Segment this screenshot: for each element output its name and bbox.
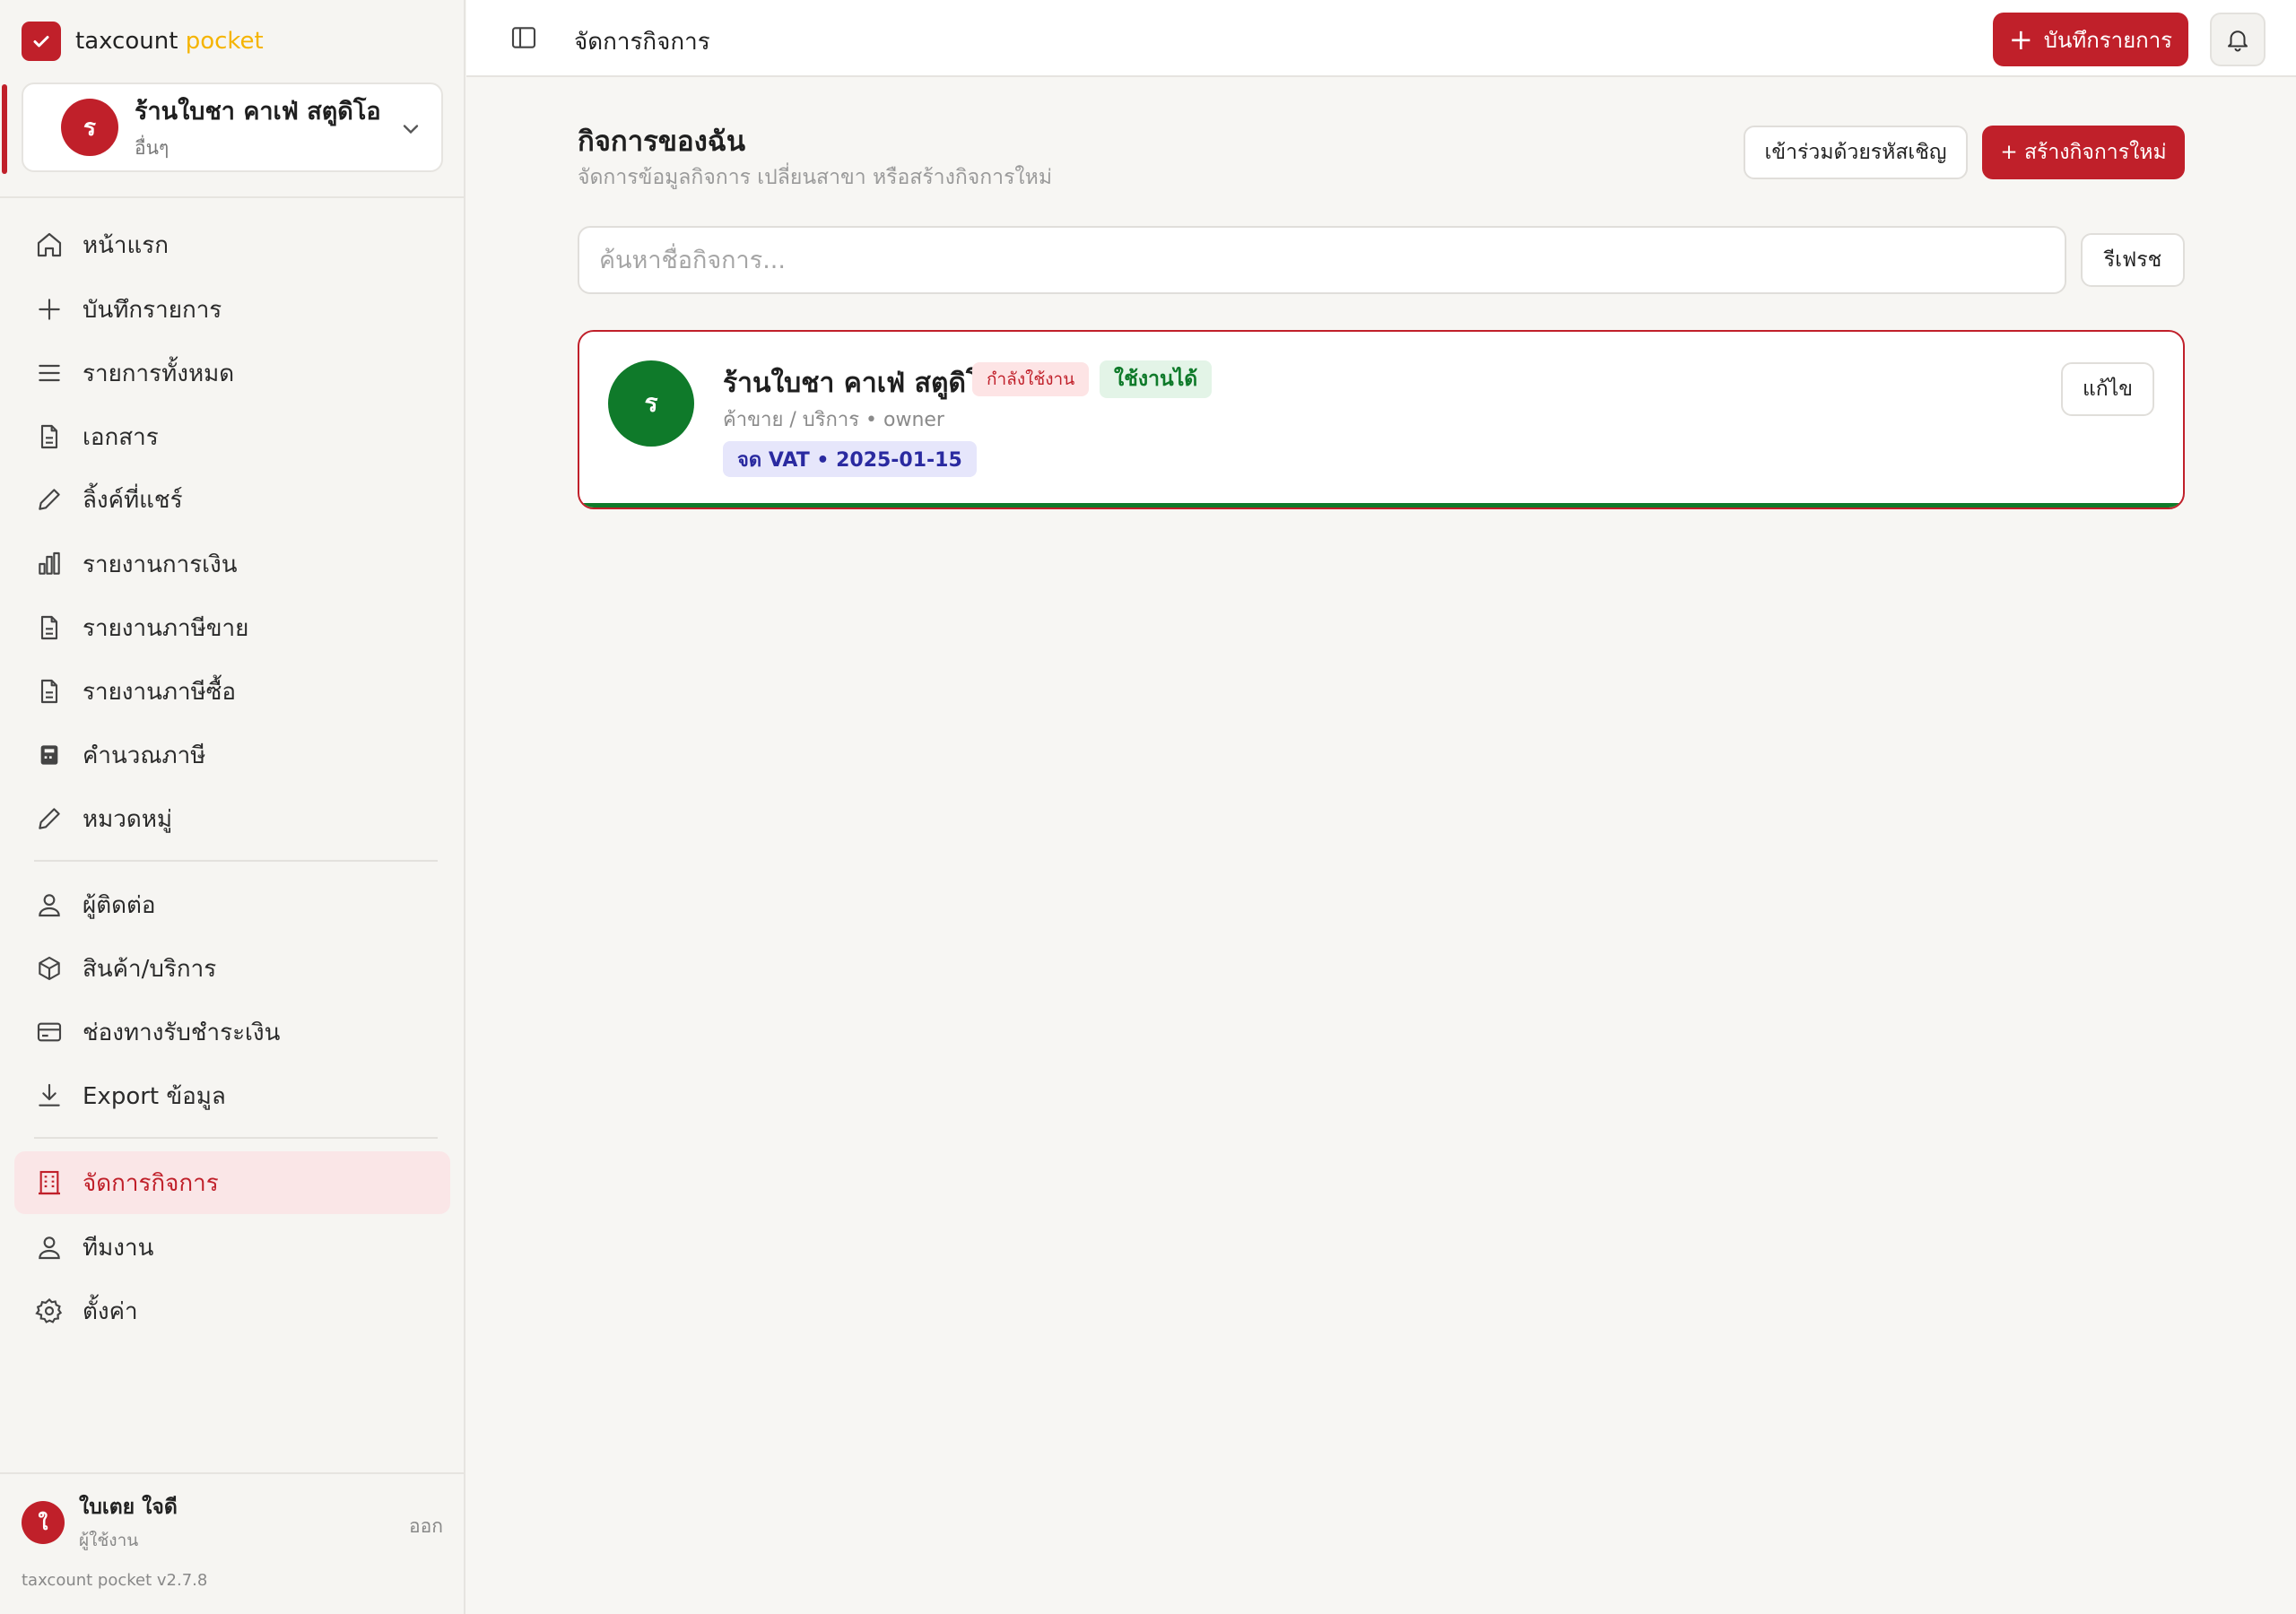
- nav-item-shared-links[interactable]: ลิ้งค์ที่แชร์: [14, 468, 450, 531]
- status-badge: ใช้งานได้: [1100, 360, 1213, 398]
- nav-item-products-services[interactable]: สินค้า/บริการ: [14, 937, 450, 1000]
- user-avatar: ใ: [22, 1501, 65, 1544]
- app-version: taxcount pocket v2.7.8: [22, 1571, 208, 1590]
- chevron-down-icon: [398, 117, 423, 145]
- nav-label: ผู้ติดต่อ: [83, 891, 156, 919]
- nav-label: สินค้า/บริการ: [83, 955, 217, 983]
- nav-item-sales-tax-report[interactable]: รายงานภาษีขาย: [14, 596, 450, 659]
- nav-item-team[interactable]: ทีมงาน: [14, 1216, 450, 1279]
- list-icon: [34, 358, 65, 388]
- nav-label: รายการทั้งหมด: [83, 360, 235, 387]
- document-icon: [34, 612, 65, 643]
- building-icon: [34, 1167, 65, 1198]
- business-type: อื่นๆ: [135, 137, 170, 159]
- business-card-name: ร้านใบชา คาเฟ่ สตูดิโอ: [723, 368, 997, 399]
- record-transaction-button[interactable]: + บันทึกรายการ: [1993, 13, 2188, 66]
- vat-badge: จด VAT • 2025-01-15: [723, 441, 977, 477]
- page-title: กิจการของฉัน: [578, 126, 746, 158]
- nav-label: ลิ้งค์ที่แชร์: [83, 486, 183, 514]
- nav-label: รายงานภาษีขาย: [83, 614, 249, 642]
- nav-label: จัดการกิจการ: [83, 1169, 219, 1197]
- nav-label: ช่องทางรับชำระเงิน: [83, 1019, 281, 1046]
- nav-divider: [34, 860, 438, 862]
- user-icon: [34, 1232, 65, 1263]
- topbar: จัดการกิจการ + บันทึกรายการ: [466, 0, 2296, 77]
- nav-label: ทีมงาน: [83, 1234, 154, 1262]
- nav-item-record[interactable]: บันทึกรายการ: [14, 278, 450, 341]
- switcher-accent-bar: [2, 84, 7, 174]
- page-subtitle: จัดการข้อมูลกิจการ เปลี่ยนสาขา หรือสร้าง…: [578, 166, 1052, 189]
- business-name: ร้านใบชา คาเฟ่ สตูดิโอ: [135, 98, 381, 126]
- nav-label: รายงานภาษีซื้อ: [83, 678, 237, 706]
- notification-bell-icon[interactable]: [2210, 13, 2266, 66]
- nav-item-settings[interactable]: ตั้งค่า: [14, 1280, 450, 1342]
- user-role: ผู้ใช้งาน: [79, 1531, 139, 1550]
- bar-chart-icon: [34, 549, 65, 579]
- logout-button[interactable]: ออก: [409, 1512, 443, 1541]
- gear-icon: [34, 1296, 65, 1326]
- nav-item-home[interactable]: หน้าแรก: [14, 213, 450, 276]
- nav-item-contacts[interactable]: ผู้ติดต่อ: [14, 873, 450, 936]
- nav-item-purchase-tax-report[interactable]: รายงานภาษีซื้อ: [14, 660, 450, 723]
- nav-label: Export ข้อมูล: [83, 1082, 226, 1110]
- sidebar-toggle-icon[interactable]: [509, 23, 540, 54]
- nav-label: เอกสาร: [83, 423, 159, 451]
- nav-item-documents[interactable]: เอกสาร: [14, 405, 450, 468]
- pencil-icon: [34, 484, 65, 515]
- nav-item-financial-report[interactable]: รายงานการเงิน: [14, 533, 450, 595]
- edit-business-button[interactable]: แก้ไข: [2061, 362, 2154, 416]
- nav-label: หมวดหมู่: [83, 805, 173, 833]
- page-breadcrumb: จัดการกิจการ: [574, 29, 710, 56]
- nav-item-manage-business[interactable]: จัดการกิจการ: [14, 1151, 450, 1214]
- divider: [0, 1472, 465, 1474]
- box-icon: [34, 953, 65, 984]
- nav-label: ตั้งค่า: [83, 1297, 138, 1325]
- nav-label: หน้าแรก: [83, 231, 169, 259]
- nav-label: คำนวณภาษี: [83, 742, 206, 769]
- calculator-icon: [34, 740, 65, 770]
- user-profile: ใ ใบเตย ใจดี ผู้ใช้งาน ออก: [22, 1494, 443, 1551]
- brand-logo-icon: [22, 22, 61, 61]
- pencil-icon: [34, 803, 65, 834]
- nav-label: รายงานการเงิน: [83, 551, 238, 578]
- business-avatar: ร: [61, 99, 118, 156]
- refresh-button[interactable]: รีเฟรช: [2081, 233, 2185, 287]
- sidebar: taxcount pocket ร ร้านใบชา คาเฟ่ สตูดิโอ…: [0, 0, 465, 1614]
- plus-icon: [34, 294, 65, 325]
- brand-name: taxcount pocket: [75, 28, 264, 55]
- business-card-avatar: ร: [608, 360, 694, 447]
- business-card-meta: ค้าขาย / บริการ • owner: [723, 409, 944, 431]
- card-status-line: [579, 503, 2183, 508]
- business-switcher[interactable]: ร ร้านใบชา คาเฟ่ สตูดิโอ อื่นๆ: [2, 82, 443, 174]
- nav-item-all-transactions[interactable]: รายการทั้งหมด: [14, 342, 450, 404]
- plus-icon: +: [2008, 22, 2033, 56]
- nav-item-tax-calculator[interactable]: คำนวณภาษี: [14, 724, 450, 786]
- nav-divider: [34, 1137, 438, 1139]
- nav-item-export[interactable]: Export ข้อมูล: [14, 1064, 450, 1127]
- business-card[interactable]: ร ร้านใบชา คาเฟ่ สตูดิโอ กำลังใช้งาน ใช้…: [578, 330, 2185, 509]
- create-business-button[interactable]: + สร้างกิจการใหม่: [1982, 126, 2185, 179]
- nav-label: บันทึกรายการ: [83, 296, 222, 324]
- download-icon: [34, 1080, 65, 1111]
- document-icon: [34, 676, 65, 707]
- user-name: ใบเตย ใจดี: [79, 1496, 178, 1519]
- search-input[interactable]: [578, 226, 2066, 294]
- divider: [0, 196, 465, 198]
- join-with-invite-button[interactable]: เข้าร่วมด้วยรหัสเชิญ: [1744, 126, 1968, 179]
- credit-card-icon: [34, 1017, 65, 1047]
- record-button-label: บันทึกรายการ: [2043, 27, 2173, 53]
- user-icon: [34, 889, 65, 920]
- current-business-badge: กำลังใช้งาน: [972, 362, 1090, 396]
- brand[interactable]: taxcount pocket: [22, 22, 264, 61]
- home-icon: [34, 230, 65, 260]
- nav-item-payment-channels[interactable]: ช่องทางรับชำระเงิน: [14, 1001, 450, 1063]
- nav-item-categories[interactable]: หมวดหมู่: [14, 787, 450, 850]
- document-icon: [34, 421, 65, 452]
